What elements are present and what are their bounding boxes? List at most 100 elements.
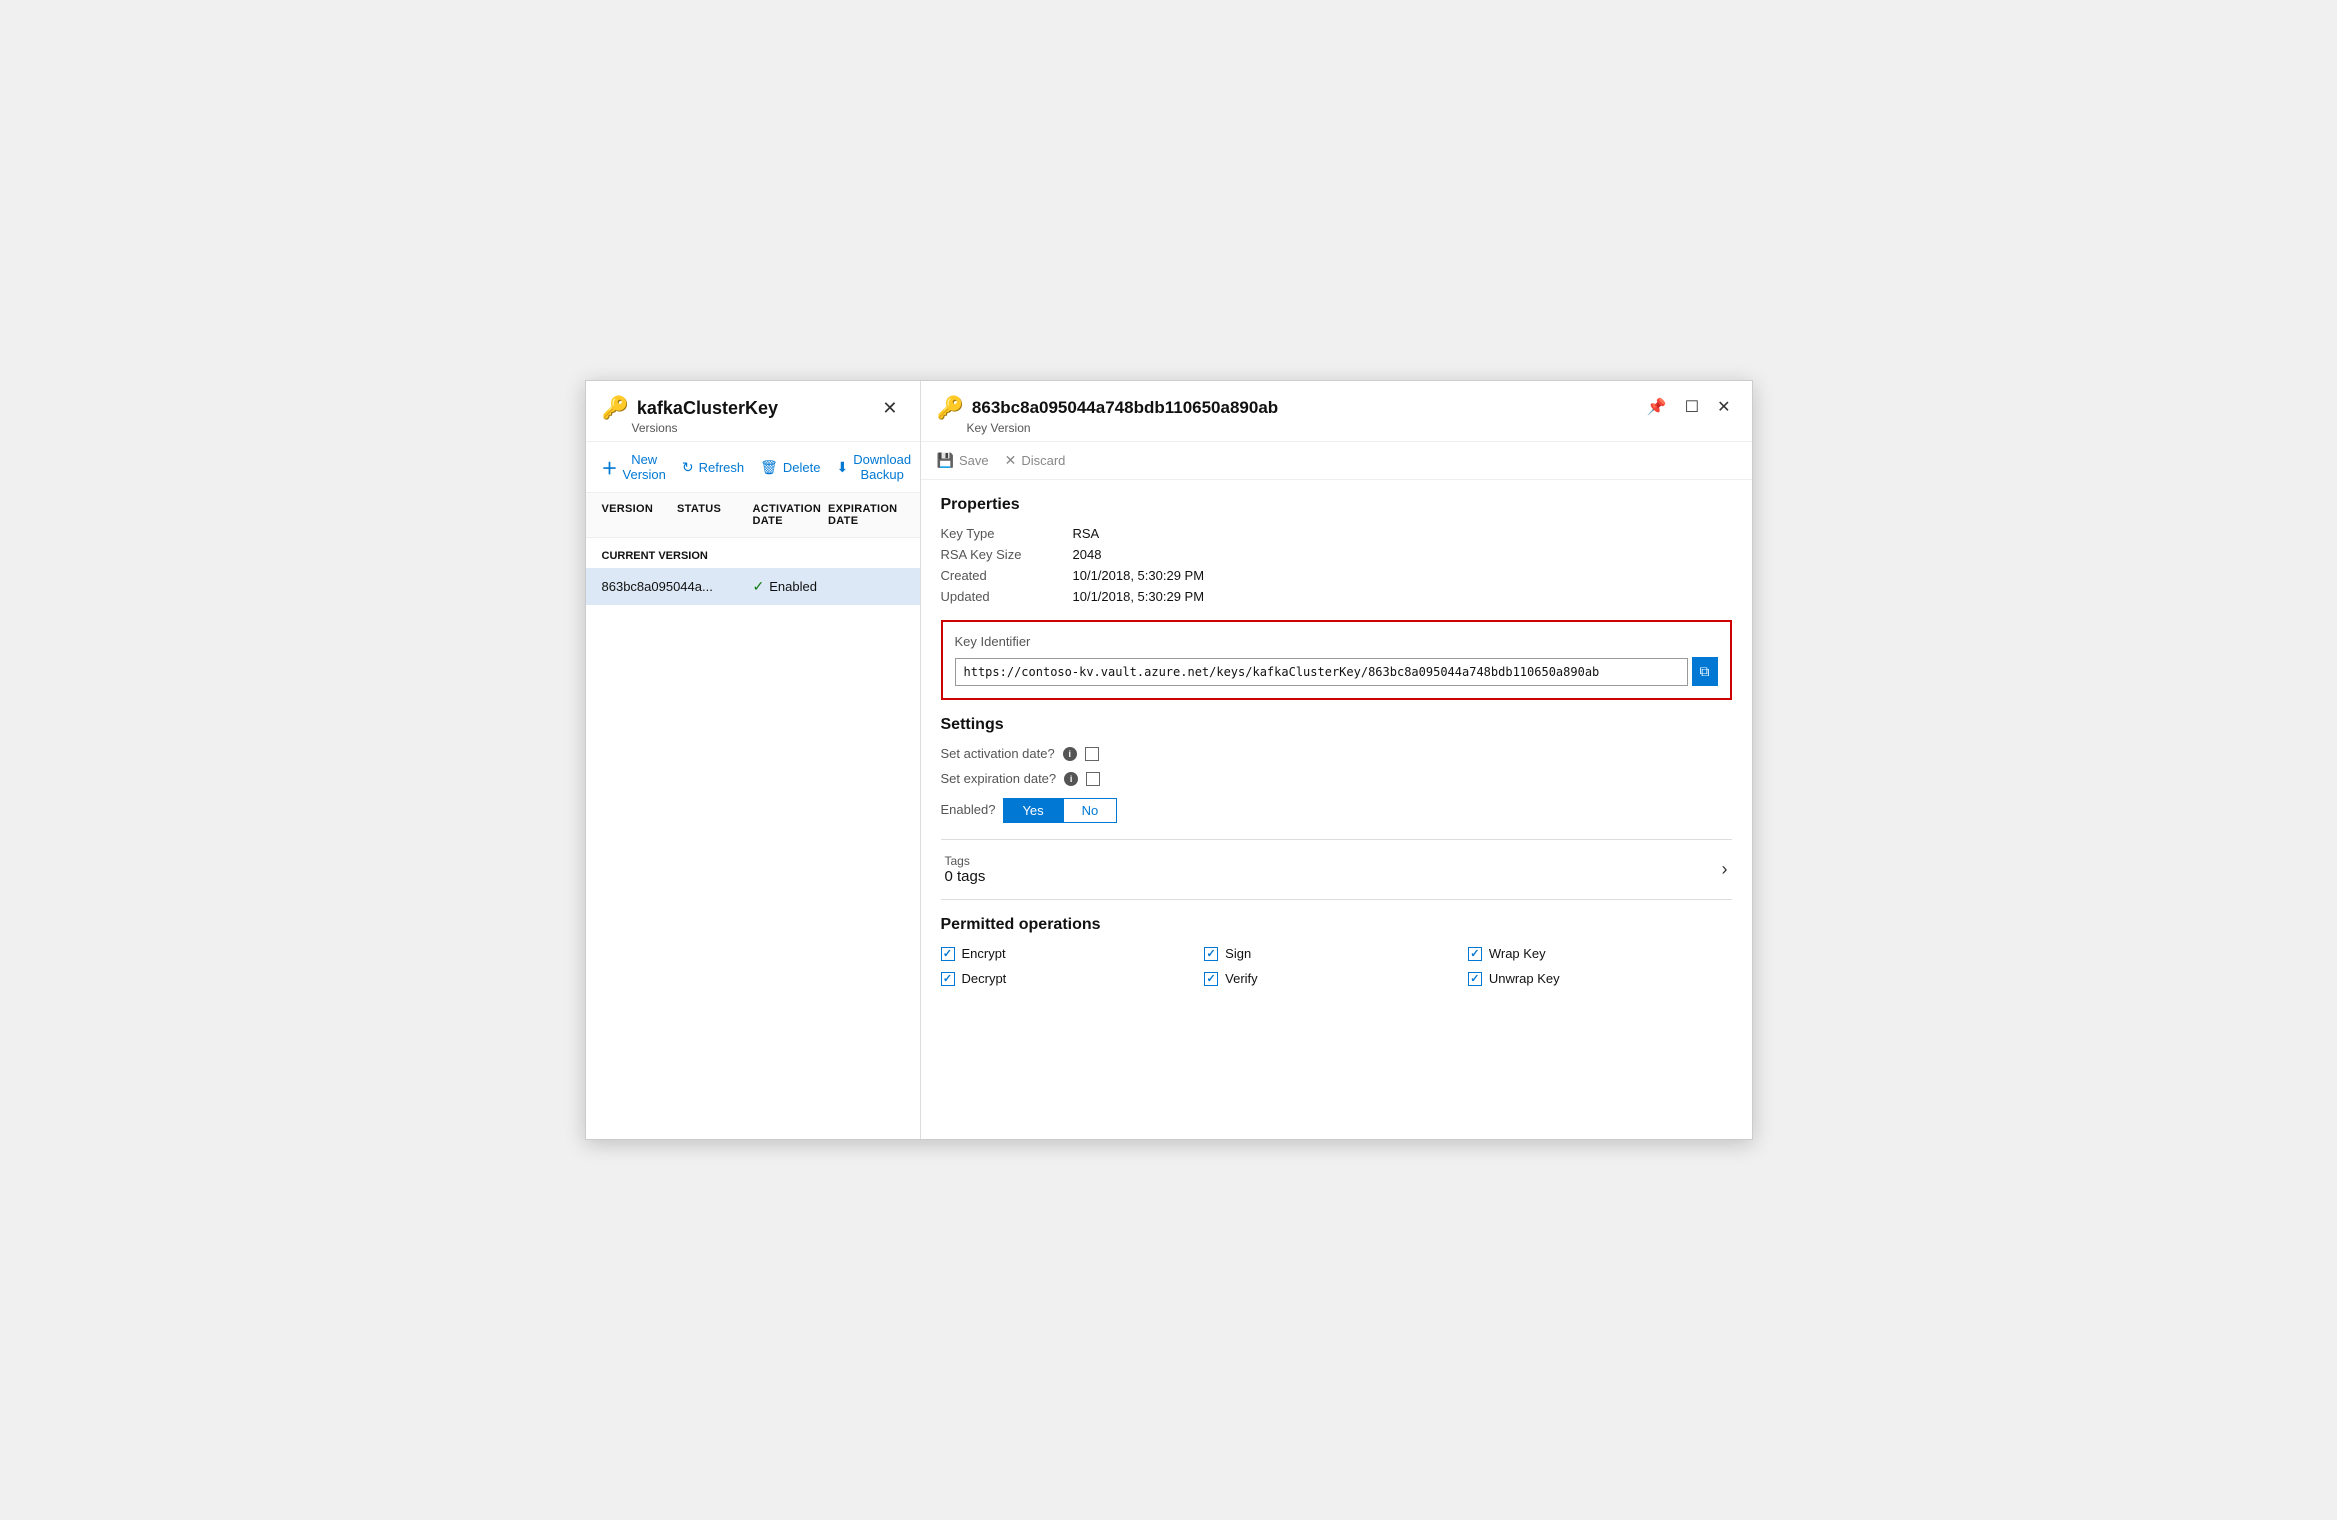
right-header-icons: 📌 ☐ ✕: [1642, 395, 1736, 419]
activation-info-icon: i: [1063, 747, 1077, 761]
created-value: 10/1/2018, 5:30:29 PM: [1073, 568, 1732, 583]
chevron-right-icon: ›: [1722, 859, 1728, 880]
left-toolbar: ＋ New Version ↻ Refresh 🗑 Delete ⬇ Downl…: [586, 442, 920, 493]
toggle-no-button[interactable]: No: [1063, 798, 1118, 823]
discard-icon: ✕: [1005, 452, 1017, 469]
properties-section-title: Properties: [941, 496, 1732, 514]
plus-icon: ＋: [602, 455, 618, 479]
enabled-toggle-group: Yes No: [1003, 798, 1117, 823]
key-type-label: Key Type: [941, 526, 1061, 541]
toggle-yes-button[interactable]: Yes: [1003, 798, 1062, 823]
key-icon: 🔑: [602, 395, 629, 421]
expiration-info-icon: i: [1064, 772, 1078, 786]
op-wrap-key: Wrap Key: [1468, 946, 1732, 961]
right-title-area: 🔑 863bc8a095044a748bdb110650a890ab Key V…: [937, 395, 1279, 435]
pin-button[interactable]: 📌: [1642, 395, 1672, 419]
enabled-check-icon: ✓: [753, 578, 765, 595]
left-close-button[interactable]: ✕: [876, 396, 903, 421]
ops-grid: Encrypt Sign Wrap Key Decrypt: [941, 946, 1732, 986]
right-panel: 🔑 863bc8a095044a748bdb110650a890ab Key V…: [921, 381, 1752, 1139]
key-type-value: RSA: [1073, 526, 1732, 541]
expiration-date-checkbox[interactable]: [1086, 772, 1100, 786]
op-decrypt: Decrypt: [941, 971, 1205, 986]
key-identifier-input[interactable]: [955, 658, 1688, 686]
right-close-button[interactable]: ✕: [1712, 395, 1735, 419]
version-status-label: Enabled: [769, 579, 817, 594]
properties-grid: Key Type RSA RSA Key Size 2048 Created 1…: [941, 526, 1732, 604]
encrypt-checkbox[interactable]: [941, 947, 955, 961]
enabled-row: Enabled? Yes No: [941, 796, 1732, 823]
verify-checkbox[interactable]: [1204, 972, 1218, 986]
delete-icon: 🗑: [760, 459, 778, 476]
right-panel-header: 🔑 863bc8a095044a748bdb110650a890ab Key V…: [921, 381, 1752, 442]
activation-date-row: Set activation date? i: [941, 746, 1732, 761]
copy-button[interactable]: ⧉: [1692, 657, 1718, 686]
left-title-row: 🔑 kafkaClusterKey ✕: [602, 395, 904, 421]
permitted-operations-title: Permitted operations: [941, 916, 1732, 934]
key-identifier-label: Key Identifier: [955, 634, 1718, 649]
tags-count: 0 tags: [945, 868, 986, 885]
tags-inner: Tags 0 tags: [945, 854, 986, 885]
decrypt-checkbox[interactable]: [941, 972, 955, 986]
encrypt-label: Encrypt: [962, 946, 1006, 961]
right-panel-subtitle: Key Version: [967, 421, 1279, 435]
rsa-key-size-value: 2048: [1073, 547, 1732, 562]
download-backup-label: Download Backup: [853, 452, 911, 482]
expiration-date-label: Set expiration date?: [941, 771, 1057, 786]
col-expiration-date: EXPIRATION DATE: [828, 503, 904, 527]
verify-label: Verify: [1225, 971, 1258, 986]
right-title-row: 🔑 863bc8a095044a748bdb110650a890ab: [937, 395, 1279, 421]
refresh-button[interactable]: ↻ Refresh: [682, 459, 744, 476]
wrap-key-label: Wrap Key: [1489, 946, 1546, 961]
sign-checkbox[interactable]: [1204, 947, 1218, 961]
permitted-operations-section: Permitted operations Encrypt Sign Wrap K…: [941, 916, 1732, 986]
refresh-label: Refresh: [699, 460, 745, 475]
left-panel-subtitle: Versions: [632, 421, 904, 435]
download-icon: ⬇: [837, 459, 849, 476]
delete-button[interactable]: 🗑 Delete: [760, 459, 820, 476]
save-button[interactable]: 💾 Save: [937, 452, 989, 469]
left-panel-title: kafkaClusterKey: [637, 398, 778, 419]
expiration-date-row: Set expiration date? i: [941, 771, 1732, 786]
tags-label: Tags: [945, 854, 986, 868]
save-label: Save: [959, 453, 989, 468]
key-identifier-input-row: ⧉: [955, 657, 1718, 686]
unwrap-key-checkbox[interactable]: [1468, 972, 1482, 986]
unwrap-key-label: Unwrap Key: [1489, 971, 1560, 986]
key-identifier-section: Key Identifier ⧉: [941, 620, 1732, 700]
version-id: 863bc8a095044a...: [602, 579, 753, 594]
decrypt-label: Decrypt: [962, 971, 1007, 986]
enabled-label: Enabled?: [941, 802, 996, 817]
discard-button[interactable]: ✕ Discard: [1005, 452, 1066, 469]
app-container: 🔑 kafkaClusterKey ✕ Versions ＋ New Versi…: [585, 380, 1753, 1140]
col-version: VERSION: [602, 503, 678, 527]
rsa-key-size-label: RSA Key Size: [941, 547, 1061, 562]
op-unwrap-key: Unwrap Key: [1468, 971, 1732, 986]
settings-section: Settings Set activation date? i Set expi…: [941, 716, 1732, 823]
activation-date-label: Set activation date?: [941, 746, 1055, 761]
refresh-icon: ↻: [682, 459, 694, 476]
download-backup-button[interactable]: ⬇ Download Backup: [837, 452, 912, 482]
maximize-button[interactable]: ☐: [1680, 395, 1704, 419]
wrap-key-checkbox[interactable]: [1468, 947, 1482, 961]
tags-section[interactable]: Tags 0 tags ›: [941, 839, 1732, 900]
save-icon: 💾: [937, 452, 954, 469]
activation-date-checkbox[interactable]: [1085, 747, 1099, 761]
sign-label: Sign: [1225, 946, 1251, 961]
copy-icon: ⧉: [1700, 663, 1710, 680]
right-toolbar: 💾 Save ✕ Discard: [921, 442, 1752, 480]
left-panel: 🔑 kafkaClusterKey ✕ Versions ＋ New Versi…: [586, 381, 921, 1139]
version-row[interactable]: 863bc8a095044a... ✓ Enabled: [586, 568, 920, 605]
op-verify: Verify: [1204, 971, 1468, 986]
current-version-label: CURRENT VERSION: [586, 538, 920, 568]
left-title-inner: 🔑 kafkaClusterKey: [602, 395, 778, 421]
table-header: VERSION STATUS ACTIVATION DATE EXPIRATIO…: [586, 493, 920, 538]
right-content: Properties Key Type RSA RSA Key Size 204…: [921, 480, 1752, 1139]
settings-section-title: Settings: [941, 716, 1732, 734]
new-version-button[interactable]: ＋ New Version: [602, 452, 666, 482]
op-encrypt: Encrypt: [941, 946, 1205, 961]
version-status: ✓ Enabled: [753, 578, 904, 595]
created-label: Created: [941, 568, 1061, 583]
right-key-icon: 🔑: [937, 395, 964, 421]
col-activation-date: ACTIVATION DATE: [753, 503, 829, 527]
